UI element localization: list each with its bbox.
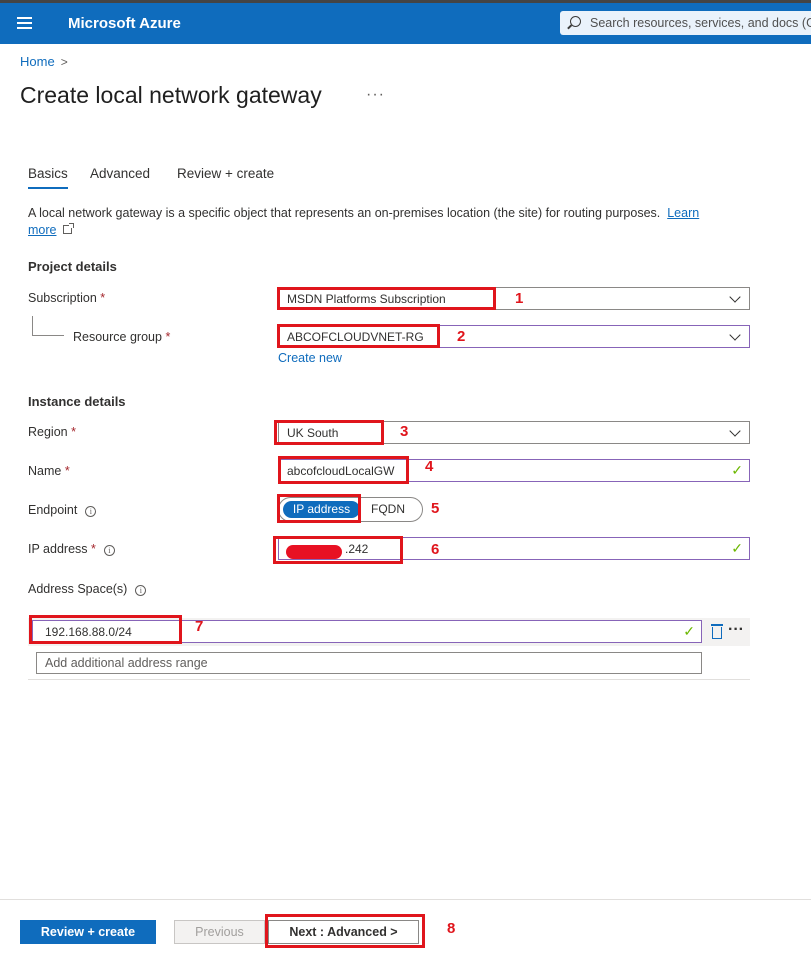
page-description: A local network gateway is a specific ob… xyxy=(28,205,768,239)
chevron-down-icon xyxy=(729,291,741,303)
address-space-input[interactable]: 192.168.88.0/24 ✓ xyxy=(32,620,702,643)
breadcrumb-home[interactable]: Home xyxy=(20,54,55,69)
resource-group-value: ABCOFCLOUDVNET-RG xyxy=(287,330,424,344)
tree-connector xyxy=(32,316,64,336)
annotation-number-1: 1 xyxy=(515,290,524,307)
info-icon[interactable]: i xyxy=(85,506,97,517)
review-create-button[interactable]: Review + create xyxy=(20,920,156,944)
endpoint-option-ip-address[interactable]: IP address xyxy=(283,501,360,518)
next-advanced-button[interactable]: Next : Advanced > xyxy=(268,920,419,944)
ip-address-label: IP address * i xyxy=(28,542,115,556)
delete-icon[interactable] xyxy=(711,624,723,639)
checkmark-icon: ✓ xyxy=(731,540,743,556)
endpoint-toggle[interactable]: IP address FQDN xyxy=(278,497,423,522)
project-details-heading: Project details xyxy=(28,259,117,274)
subscription-dropdown[interactable]: MSDN Platforms Subscription xyxy=(278,287,750,310)
resource-group-dropdown[interactable]: ABCOFCLOUDVNET-RG xyxy=(278,325,750,348)
region-label: Region * xyxy=(28,425,76,439)
chevron-down-icon xyxy=(729,425,741,437)
checkmark-icon: ✓ xyxy=(731,462,743,478)
chevron-right-icon: > xyxy=(60,55,68,69)
address-space-value: 192.168.88.0/24 xyxy=(45,625,132,639)
resource-group-label: Resource group * xyxy=(73,330,171,344)
annotation-number-5: 5 xyxy=(431,500,440,517)
external-link-icon xyxy=(62,223,74,234)
region-dropdown[interactable]: UK South xyxy=(278,421,750,444)
address-space-row: 192.168.88.0/24 ✓ ··· xyxy=(28,618,750,646)
tab-advanced[interactable]: Advanced xyxy=(90,166,150,181)
annotation-number-6: 6 xyxy=(431,541,440,558)
info-icon[interactable]: i xyxy=(135,585,147,596)
annotation-number-8: 8 xyxy=(447,920,456,937)
address-space-label: Address Space(s) i xyxy=(28,582,147,596)
region-value: UK South xyxy=(287,426,339,440)
add-address-range-placeholder: Add additional address range xyxy=(45,656,208,670)
subscription-label: Subscription * xyxy=(28,291,106,305)
redaction-mark xyxy=(286,545,342,559)
tab-review-create[interactable]: Review + create xyxy=(177,166,274,181)
ip-address-input[interactable]: .242 ✓ xyxy=(278,537,750,560)
name-input[interactable]: abcofcloudLocalGW ✓ xyxy=(278,459,750,482)
search-icon xyxy=(570,16,581,27)
chevron-down-icon xyxy=(729,329,741,341)
ip-address-value: .242 xyxy=(345,542,369,556)
tab-basics[interactable]: Basics xyxy=(28,166,68,189)
subscription-value: MSDN Platforms Subscription xyxy=(287,292,446,306)
info-icon[interactable]: i xyxy=(103,545,115,556)
annotation-number-7: 7 xyxy=(195,618,204,635)
description-text: A local network gateway is a specific ob… xyxy=(28,206,661,220)
more-options-icon[interactable]: ··· xyxy=(366,86,385,104)
search-placeholder: Search resources, services, and docs (G xyxy=(590,16,811,30)
global-search-input[interactable]: Search resources, services, and docs (G xyxy=(560,11,811,35)
checkmark-icon: ✓ xyxy=(683,623,695,639)
learn-more-link-cont[interactable]: more xyxy=(28,223,56,237)
name-label: Name * xyxy=(28,464,70,478)
footer-divider xyxy=(0,899,811,900)
divider xyxy=(28,679,750,680)
annotation-number-3: 3 xyxy=(400,423,409,440)
instance-details-heading: Instance details xyxy=(28,394,126,409)
page-title: Create local network gateway xyxy=(20,82,322,108)
add-address-range-input[interactable]: Add additional address range xyxy=(36,652,702,674)
annotation-number-2: 2 xyxy=(457,328,466,345)
name-value: abcofcloudLocalGW xyxy=(287,464,395,478)
annotation-number-4: 4 xyxy=(425,458,434,475)
learn-more-link[interactable]: Learn xyxy=(667,206,699,220)
create-new-link[interactable]: Create new xyxy=(278,351,342,365)
top-bar: Microsoft Azure Search resources, servic… xyxy=(0,0,811,44)
endpoint-option-fqdn[interactable]: FQDN xyxy=(371,502,405,516)
row-more-icon[interactable]: ··· xyxy=(728,621,744,639)
hamburger-menu-icon[interactable] xyxy=(17,17,32,29)
previous-button[interactable]: Previous xyxy=(174,920,265,944)
endpoint-label: Endpoint i xyxy=(28,503,97,517)
brand-title[interactable]: Microsoft Azure xyxy=(68,15,181,32)
breadcrumb: Home > xyxy=(20,54,68,69)
